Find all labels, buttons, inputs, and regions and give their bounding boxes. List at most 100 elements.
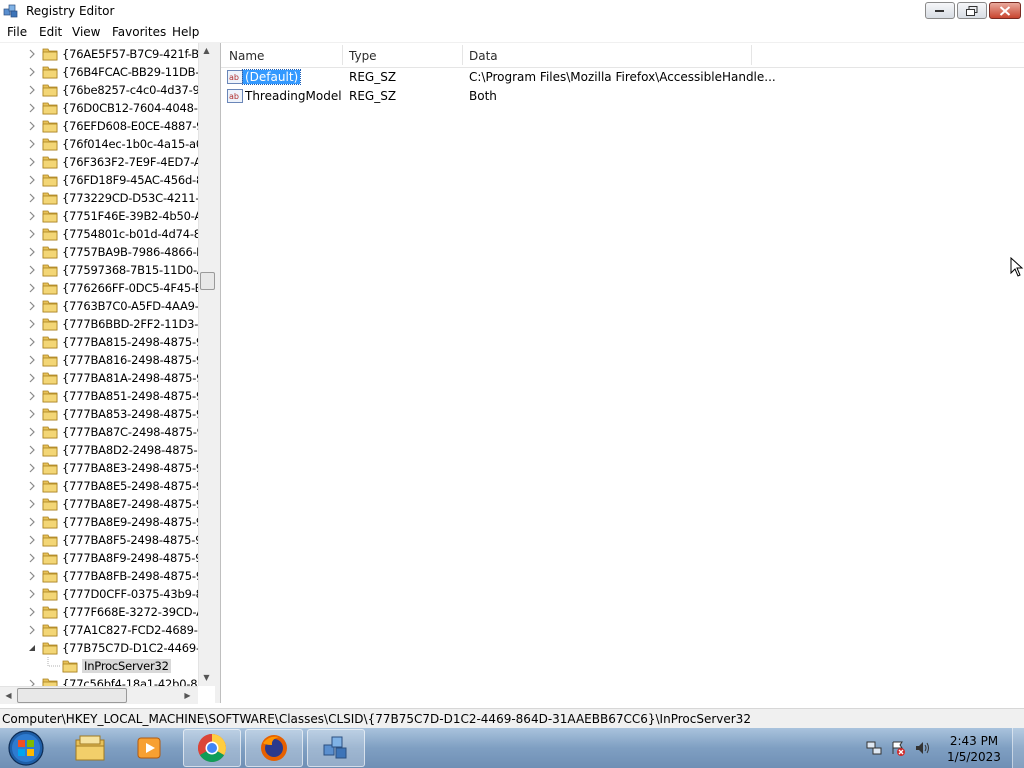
tree-item-label[interactable]: {777BA81A-2498-4875-93	[62, 371, 198, 385]
expand-arrow-icon[interactable]	[28, 535, 36, 545]
tree-item[interactable]: {77B75C7D-D1C2-4469-86	[0, 639, 198, 657]
scroll-down-icon[interactable]: ▼	[202, 673, 211, 682]
expand-arrow-icon[interactable]	[28, 571, 36, 581]
tree-item-label[interactable]: {773229CD-D53C-4211-A	[62, 191, 198, 205]
tree-item-label[interactable]: {76D0CB12-7604-4048-B8	[62, 101, 198, 115]
expand-arrow-icon[interactable]	[28, 103, 36, 113]
tree-item[interactable]: {773229CD-D53C-4211-A	[0, 189, 198, 207]
taskbar-regedit[interactable]	[307, 729, 365, 767]
tree-item[interactable]: {76EFD608-E0CE-4887-98	[0, 117, 198, 135]
scroll-right-icon[interactable]: ▶	[183, 691, 192, 700]
values-list[interactable]: Name Type Data ab (Default) REG_SZ C:\Pr…	[220, 43, 1024, 703]
tree-item[interactable]: {777F668E-3272-39CD-A8	[0, 603, 198, 621]
expand-arrow-icon[interactable]	[28, 139, 36, 149]
expand-arrow-icon[interactable]	[28, 265, 36, 275]
tree-item-label[interactable]: {77A1C827-FCD2-4689-89	[62, 623, 198, 637]
tree-horizontal-scrollbar[interactable]: ◀ ▶	[0, 686, 198, 704]
tree-item[interactable]: {777BA853-2498-4875-93	[0, 405, 198, 423]
taskbar-firefox[interactable]	[245, 729, 303, 767]
taskbar-explorer[interactable]	[61, 729, 119, 767]
tree-item[interactable]: {777BA87C-2498-4875-93	[0, 423, 198, 441]
expand-arrow-icon[interactable]	[28, 481, 36, 491]
expand-arrow-icon[interactable]	[28, 157, 36, 167]
tree-item-label[interactable]: {777BA8E9-2498-4875-93	[62, 515, 198, 529]
tree-item[interactable]: {76f014ec-1b0c-4a15-a02	[0, 135, 198, 153]
tree-item-label[interactable]: {777BA853-2498-4875-93	[62, 407, 198, 421]
tree-item[interactable]: {7751F46E-39B2-4b50-A7	[0, 207, 198, 225]
close-button[interactable]	[989, 2, 1021, 19]
tree-item-label[interactable]: {777BA8FB-2498-4875-93	[62, 569, 198, 583]
expand-arrow-icon[interactable]	[28, 85, 36, 95]
tree-item-label[interactable]: {76AE5F57-B7C9-421f-B55	[62, 47, 198, 61]
restore-button[interactable]	[957, 2, 987, 19]
column-divider[interactable]	[462, 45, 463, 65]
tree-item-label[interactable]: InProcServer32	[82, 659, 171, 673]
tree-item-label[interactable]: {76B4FCAC-BB29-11DB-9	[62, 65, 198, 79]
collapse-arrow-icon[interactable]	[28, 643, 36, 653]
tree-item[interactable]: {777BA8F9-2498-4875-93	[0, 549, 198, 567]
tree-item[interactable]: {777BA816-2498-4875-93	[0, 351, 198, 369]
tree-item-label[interactable]: {776266FF-0DC5-4F45-BA	[62, 281, 198, 295]
tree-item-label[interactable]: {777BA815-2498-4875-93	[62, 335, 198, 349]
tree-item-label[interactable]: {76F363F2-7E9F-4ED7-A6	[62, 155, 198, 169]
tree-item[interactable]: {777BA8E7-2498-4875-93	[0, 495, 198, 513]
tree-item-label[interactable]: {77597368-7B15-11D0-A0	[62, 263, 198, 277]
scroll-left-icon[interactable]: ◀	[4, 691, 13, 700]
expand-arrow-icon[interactable]	[28, 49, 36, 59]
tree-item[interactable]: {777BA8D2-2498-4875-93	[0, 441, 198, 459]
registry-tree[interactable]: {76AE5F57-B7C9-421f-B55 {76B4FCAC-BB29-11…	[0, 43, 215, 703]
expand-arrow-icon[interactable]	[28, 625, 36, 635]
clock-date[interactable]: 1/5/2023	[944, 750, 1004, 764]
expand-arrow-icon[interactable]	[28, 553, 36, 563]
tree-item-label[interactable]: {7754801c-b01d-4d74-84	[62, 227, 198, 241]
tree-item-label[interactable]: {777BA8E5-2498-4875-93	[62, 479, 198, 493]
tree-item-label[interactable]: {7751F46E-39B2-4b50-A7	[62, 209, 198, 223]
tree-item-label[interactable]: {76be8257-c4c0-4d37-90c	[62, 83, 198, 97]
tree-item[interactable]: {777BA8E3-2498-4875-93	[0, 459, 198, 477]
tree-item[interactable]: {76FD18F9-45AC-456d-84	[0, 171, 198, 189]
tree-vertical-scrollbar[interactable]: ▲ ▼	[198, 43, 215, 686]
tree-item-label[interactable]: {777B6BBD-2FF2-11D3-88	[62, 317, 198, 331]
expand-arrow-icon[interactable]	[28, 391, 36, 401]
tree-item[interactable]: {76D0CB12-7604-4048-B8	[0, 99, 198, 117]
expand-arrow-icon[interactable]	[28, 463, 36, 473]
expand-arrow-icon[interactable]	[28, 427, 36, 437]
expand-arrow-icon[interactable]	[28, 337, 36, 347]
tree-item-label[interactable]: {777BA87C-2498-4875-93	[62, 425, 198, 439]
tree-item-label[interactable]: {777BA8D2-2498-4875-93	[62, 443, 198, 457]
tree-item[interactable]: {777BA851-2498-4875-93	[0, 387, 198, 405]
tree-item[interactable]: {777B6BBD-2FF2-11D3-88	[0, 315, 198, 333]
column-divider[interactable]	[342, 45, 343, 65]
value-row-threadingmodel[interactable]: ab ThreadingModel REG_SZ Both	[221, 87, 1024, 106]
tree-item[interactable]: {777BA8E9-2498-4875-93	[0, 513, 198, 531]
expand-arrow-icon[interactable]	[28, 229, 36, 239]
tree-item-label[interactable]: {777F668E-3272-39CD-A8	[62, 605, 198, 619]
tree-item[interactable]: {777D0CFF-0375-43b9-85	[0, 585, 198, 603]
taskbar-media-player[interactable]	[121, 729, 179, 767]
tree-item[interactable]: {76F363F2-7E9F-4ED7-A6	[0, 153, 198, 171]
tree-item[interactable]: {76AE5F57-B7C9-421f-B55	[0, 45, 198, 63]
tree-item-label[interactable]: {777BA8E7-2498-4875-93	[62, 497, 198, 511]
action-center-icon[interactable]	[890, 740, 906, 756]
tree-item-label[interactable]: {777D0CFF-0375-43b9-85	[62, 587, 198, 601]
tree-item-label[interactable]: {777BA8E3-2498-4875-93	[62, 461, 198, 475]
expand-arrow-icon[interactable]	[28, 355, 36, 365]
tree-item[interactable]: {77A1C827-FCD2-4689-89	[0, 621, 198, 639]
tree-item[interactable]: {76B4FCAC-BB29-11DB-9	[0, 63, 198, 81]
expand-arrow-icon[interactable]	[28, 373, 36, 383]
taskbar-chrome[interactable]	[183, 729, 241, 767]
expand-arrow-icon[interactable]	[28, 301, 36, 311]
tree-item[interactable]: {777BA8F5-2498-4875-93	[0, 531, 198, 549]
tree-item-label[interactable]: {77B75C7D-D1C2-4469-86	[62, 641, 198, 655]
value-row-default[interactable]: ab (Default) REG_SZ C:\Program Files\Moz…	[221, 68, 1024, 87]
expand-arrow-icon[interactable]	[28, 409, 36, 419]
expand-arrow-icon[interactable]	[28, 247, 36, 257]
minimize-button[interactable]	[925, 2, 955, 19]
expand-arrow-icon[interactable]	[28, 175, 36, 185]
tree-item[interactable]: {777BA81A-2498-4875-93	[0, 369, 198, 387]
volume-icon[interactable]	[914, 740, 930, 756]
expand-arrow-icon[interactable]	[28, 121, 36, 131]
start-button[interactable]	[6, 729, 46, 767]
tree-item-label[interactable]: {777BA8F5-2498-4875-93	[62, 533, 198, 547]
tree-item-label[interactable]: {777BA8F9-2498-4875-93	[62, 551, 198, 565]
